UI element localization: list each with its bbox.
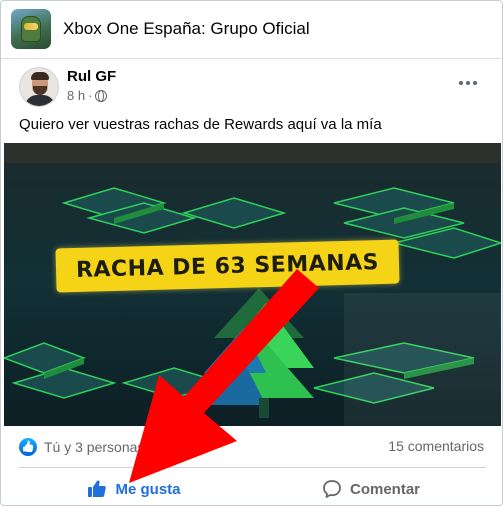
group-avatar[interactable] bbox=[11, 9, 51, 49]
reactions-text[interactable]: Tú y 3 personas m bbox=[44, 439, 160, 455]
comment-label: Comentar bbox=[349, 480, 420, 498]
post-text: Quiero ver vuestras rachas de Rewards aq… bbox=[19, 116, 382, 133]
more-dots-icon bbox=[459, 81, 463, 85]
actions-divider bbox=[19, 467, 486, 468]
group-header: Xbox One España: Grupo Oficial bbox=[1, 1, 502, 59]
post-card: Xbox One España: Grupo Oficial Rul GF 8 … bbox=[0, 0, 503, 506]
more-dot bbox=[466, 81, 470, 85]
like-reaction-icon bbox=[19, 438, 37, 456]
visor-shape bbox=[24, 23, 38, 30]
comment-button[interactable]: Comentar bbox=[256, 473, 486, 505]
streak-banner-text: RACHA DE 63 SEMANAS bbox=[75, 249, 380, 283]
reactions-summary[interactable]: Tú y 3 personas m bbox=[19, 437, 160, 457]
comments-count[interactable]: 15 comentarios bbox=[388, 438, 484, 454]
comment-bubble-icon bbox=[323, 480, 341, 498]
thumbs-up-icon bbox=[88, 480, 107, 497]
author-name[interactable]: Rul GF bbox=[67, 68, 116, 85]
meta-separator: · bbox=[88, 88, 93, 103]
more-options-button[interactable] bbox=[453, 71, 483, 95]
avatar-shirt bbox=[25, 95, 55, 106]
more-dot bbox=[473, 81, 477, 85]
author-avatar[interactable] bbox=[19, 67, 59, 107]
post-time[interactable]: 8 h bbox=[67, 88, 85, 103]
avatar-hair bbox=[31, 72, 49, 80]
like-label: Me gusta bbox=[115, 480, 181, 498]
post-meta: 8 h · bbox=[67, 88, 108, 103]
globe-icon[interactable] bbox=[95, 89, 108, 102]
like-button[interactable]: Me gusta bbox=[19, 473, 249, 505]
post-image[interactable]: RACHA DE 63 SEMANAS bbox=[4, 143, 501, 426]
streak-banner: RACHA DE 63 SEMANAS bbox=[55, 239, 400, 293]
group-title[interactable]: Xbox One España: Grupo Oficial bbox=[63, 19, 310, 39]
avatar-beard bbox=[33, 86, 47, 95]
